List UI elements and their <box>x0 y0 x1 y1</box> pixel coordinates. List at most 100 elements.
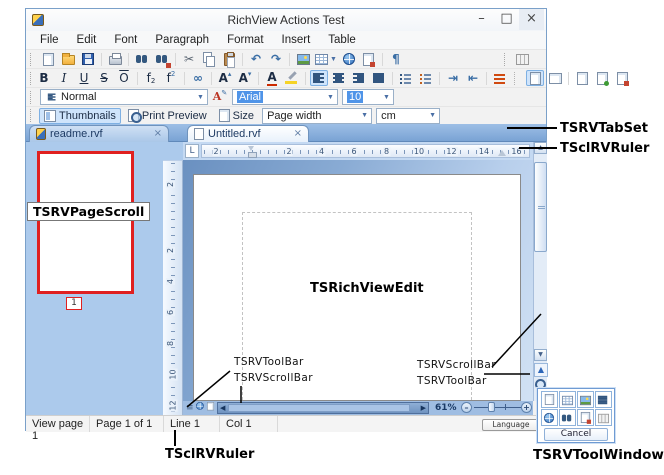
paragraph-marks-button[interactable]: ¶ <box>387 51 405 67</box>
chevron-down-icon[interactable]: ▼ <box>380 94 393 101</box>
tab-close-icon[interactable]: × <box>154 129 162 139</box>
toolwindow-insert-table-button[interactable] <box>559 391 576 408</box>
paragraph-borders-button[interactable] <box>491 70 509 86</box>
align-left-button[interactable] <box>310 70 328 86</box>
view-mode-lines-icon[interactable]: ≡ <box>186 402 194 414</box>
columns-button[interactable] <box>513 51 531 67</box>
menu-table[interactable]: Table <box>319 34 365 46</box>
print-preview-button[interactable]: Print Preview <box>123 108 212 124</box>
zoom-out-button[interactable]: – <box>461 402 472 413</box>
page-delete-button[interactable] <box>613 70 631 86</box>
font-size-combo[interactable]: 10 ▼ <box>342 89 394 105</box>
find-button[interactable] <box>133 51 151 67</box>
landscape-page-button[interactable] <box>546 70 564 86</box>
toolwindow-text-button[interactable] <box>595 391 612 408</box>
insert-picture-button[interactable] <box>294 51 312 67</box>
open-button[interactable] <box>59 51 77 67</box>
outdent-button[interactable]: ⇤ <box>464 70 482 86</box>
scroll-right-icon[interactable]: ▶ <box>421 404 426 413</box>
toolbar-gripper[interactable] <box>30 91 35 104</box>
horizontal-scrollbar-thumb[interactable] <box>228 404 410 412</box>
subscript-button[interactable]: f2 <box>142 70 160 86</box>
tab-close-icon[interactable]: × <box>294 129 302 139</box>
chevron-down-icon[interactable]: ▼ <box>194 94 207 101</box>
align-right-button[interactable] <box>350 70 368 86</box>
horizontal-scrollbar[interactable]: ◀ ▶ <box>217 402 429 414</box>
indent-button[interactable]: ⇥ <box>444 70 462 86</box>
italic-button[interactable]: I <box>55 70 73 86</box>
cut-button[interactable]: ✂ <box>180 51 198 67</box>
thumbnails-toggle-button[interactable]: Thumbnails <box>39 108 121 124</box>
zoom-mode-combo[interactable]: Page width ▼ <box>262 108 372 124</box>
zoom-slider-thumb[interactable] <box>488 402 495 412</box>
toolwindow-frame-button[interactable] <box>595 409 612 426</box>
page-thumbnail[interactable] <box>37 151 134 294</box>
page-ok-button[interactable] <box>593 70 611 86</box>
toolwindow-hyperlink-button[interactable] <box>541 409 558 426</box>
overline-button[interactable]: O <box>115 70 133 86</box>
page-scroll-panel[interactable]: 1 <box>26 142 163 415</box>
menu-file[interactable]: File <box>31 34 68 46</box>
vertical-scrollbar-thumb[interactable] <box>534 162 547 252</box>
chevron-down-icon[interactable]: ▼ <box>426 112 439 119</box>
new-document-button[interactable] <box>39 51 57 67</box>
undo-button[interactable]: ↶ <box>247 51 265 67</box>
toolwindow-search-button[interactable] <box>559 409 576 426</box>
right-indent-marker[interactable] <box>498 146 506 156</box>
style-combo[interactable]: Normal ▼ <box>40 89 208 105</box>
toolbar-gripper[interactable] <box>30 109 35 122</box>
chevron-down-icon[interactable]: ▼ <box>358 112 371 119</box>
menu-font[interactable]: Font <box>105 34 146 46</box>
font-combo[interactable]: Arial ▼ <box>232 89 338 105</box>
size-button[interactable]: Size <box>214 108 259 124</box>
insert-table-button[interactable]: ▼ <box>314 51 338 67</box>
indent-marker[interactable] <box>248 146 255 158</box>
tab-stop-selector-button[interactable]: L <box>185 144 199 158</box>
tab-Untitled-rvf[interactable]: Untitled.rvf× <box>187 125 309 142</box>
shrink-font-button[interactable]: A▾ <box>236 70 254 86</box>
vertical-ruler[interactable]: 224681012 <box>163 160 183 415</box>
zoom-slider-track[interactable] <box>474 407 528 408</box>
scroll-up-button[interactable]: ▲ <box>534 142 547 154</box>
highlight-button[interactable] <box>283 70 301 86</box>
grow-font-button[interactable]: A▴ <box>216 70 234 86</box>
align-center-button[interactable] <box>330 70 348 86</box>
align-justify-button[interactable] <box>370 70 388 86</box>
tab-readme-rvf[interactable]: readme.rvf× <box>29 125 169 142</box>
print-button[interactable] <box>106 51 124 67</box>
scroll-down-button[interactable]: ▼ <box>534 349 547 361</box>
chevron-down-icon[interactable]: ▼ <box>330 56 337 63</box>
redo-button[interactable]: ↷ <box>267 51 285 67</box>
replace-button[interactable] <box>153 51 171 67</box>
link-style-button[interactable]: ∞ <box>189 70 207 86</box>
portrait-page-button[interactable] <box>526 70 544 86</box>
toolwindow-document-button[interactable] <box>577 409 594 426</box>
page-new-button[interactable] <box>573 70 591 86</box>
copy-button[interactable] <box>200 51 218 67</box>
toolbar-gripper[interactable] <box>504 53 509 66</box>
chevron-down-icon[interactable]: ▼ <box>324 94 337 101</box>
bullets-button[interactable] <box>397 70 415 86</box>
paste-special-button[interactable] <box>360 51 378 67</box>
maximize-button[interactable]: □ <box>494 9 519 30</box>
minimize-button[interactable]: – <box>469 9 494 30</box>
menu-paragraph[interactable]: Paragraph <box>146 34 218 46</box>
menu-edit[interactable]: Edit <box>68 34 106 46</box>
numbering-button[interactable] <box>417 70 435 86</box>
underline-button[interactable]: U <box>75 70 93 86</box>
horizontal-ruler-strip[interactable]: 2246810121416 <box>201 144 530 158</box>
font-color-button[interactable]: A <box>263 70 281 86</box>
superscript-button[interactable]: f2 <box>162 70 180 86</box>
toolbar-gripper[interactable] <box>30 72 31 85</box>
menu-insert[interactable]: Insert <box>273 34 320 46</box>
units-combo[interactable]: cm ▼ <box>376 108 440 124</box>
menu-format[interactable]: Format <box>218 34 272 46</box>
paste-button[interactable] <box>220 51 238 67</box>
close-button[interactable]: × <box>519 9 544 30</box>
vertical-scrollbar[interactable]: ▲ ▼ ▲ <box>533 142 547 401</box>
font-dialog-button[interactable]: A✎ <box>211 89 229 105</box>
toolbar-gripper[interactable] <box>30 53 35 66</box>
insert-hyperlink-button[interactable] <box>340 51 358 67</box>
scroll-left-icon[interactable]: ◀ <box>220 404 225 413</box>
bold-button[interactable]: B <box>35 70 53 86</box>
